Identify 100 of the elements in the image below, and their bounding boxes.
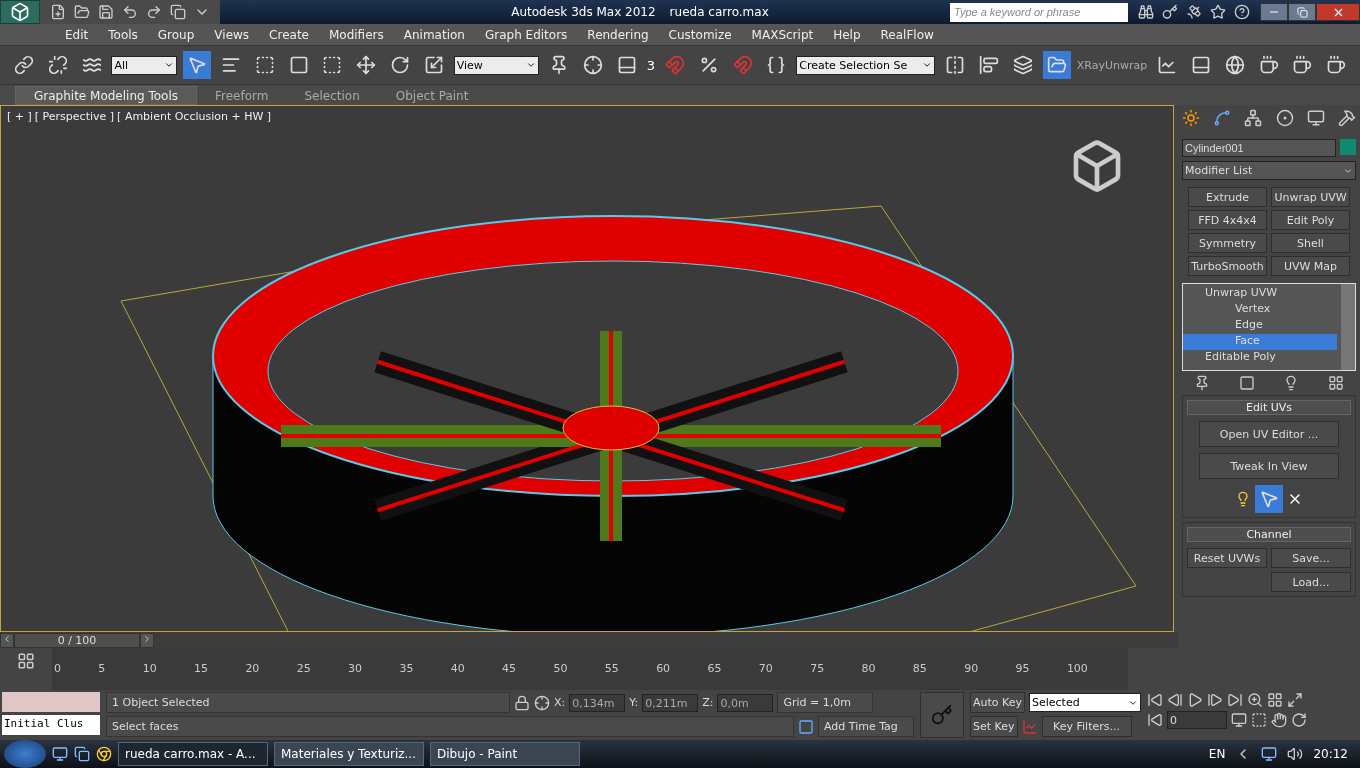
ribbon-tab[interactable]: Object Paint [377,86,487,105]
frame-number: 50 [553,662,568,676]
save-icon [98,4,114,20]
modifier-stack-item[interactable]: Vertex [1183,302,1337,318]
zoom-extents-icon [1287,692,1303,708]
current-frame-field[interactable]: 0 [1167,711,1227,729]
modifier-button[interactable]: Unwrap UVW [1271,187,1350,207]
help-icon [1234,4,1250,20]
modifier-button[interactable]: Edit Poly [1271,210,1350,230]
snap-toggle[interactable]: 3 [646,57,655,73]
binoculars-icon [1138,4,1154,20]
track-bar[interactable]: 0 5 10 15 20 25 30 35 40 45 50 55 60 65 70 75 80 85 90 95 100 [52,648,1128,690]
z-coordinate-field[interactable]: 0,0m [717,693,774,712]
frame-number: 100 [1066,662,1088,676]
menu-item[interactable]: Create [259,27,319,42]
chevron-left-icon[interactable] [2,634,12,644]
menu-item[interactable]: Animation [393,27,475,42]
menu-item[interactable]: Views [204,27,260,42]
frame-number: 20 [245,662,260,676]
tweak-icon[interactable] [1255,485,1283,513]
satellite-icon [1186,4,1202,20]
set-key-button[interactable]: Set Key [970,716,1018,737]
add-time-tag-button[interactable]: Add Time Tag [818,716,914,737]
restore-button[interactable] [1288,3,1316,21]
open-folder-icon [74,4,90,20]
menu-item[interactable]: Modifiers [318,27,394,42]
rollout-title[interactable]: Channel [1187,527,1351,542]
viewport-label[interactable]: [ + ] [7,110,32,123]
menu-item[interactable]: Tools [98,27,148,42]
channel-button[interactable]: Reset UVWs [1187,548,1267,568]
menu-item[interactable]: Customize [658,27,742,42]
lock-icon [514,694,530,711]
project-folder-icon [170,4,186,20]
previous-key-icon [1167,692,1183,708]
clock[interactable]: 20:12 [1313,747,1348,761]
scrollbar[interactable] [1341,284,1355,370]
next-frame-button[interactable] [140,632,154,648]
perspective-viewport[interactable]: [ + ] [ Perspective ] [ Ambient Occlusion + HW ] [0,105,1174,632]
menu-item[interactable]: RealFlow [870,27,944,42]
taskbar-button[interactable]: Materiales y Texturiz... [274,742,424,766]
named-set-field[interactable]: Initial Clus [2,715,100,735]
edit-uvs-button[interactable]: Tweak In View [1199,453,1339,479]
taskbar-button[interactable]: Dibujo - Paint [430,742,580,766]
select-object-icon[interactable] [183,51,211,79]
modifier-button[interactable]: FFD 4x4x4 [1188,210,1267,230]
taskbar-button[interactable]: rueda carro.max - A... [118,742,268,766]
time-slider-thumb[interactable]: 0 / 100 [14,632,140,648]
modifier-button[interactable]: Extrude [1188,187,1267,207]
channel-button[interactable]: Load... [1271,572,1351,592]
modifier-button[interactable]: TurboSmooth [1188,256,1267,276]
named-selection-dropdown[interactable]: Create Selection Se [796,55,936,75]
auto-key-button[interactable]: Auto Key [970,692,1025,713]
frame-number: 45 [502,662,517,676]
selection-filter-dropdown[interactable]: All [111,55,178,75]
edit-uvs-button[interactable]: Open UV Editor ... [1199,421,1339,447]
key-icon [1162,4,1178,20]
desktop-icon [52,746,68,762]
menu-item[interactable]: Group [147,27,205,42]
modifier-stack-item[interactable]: Unwrap UVW [1183,286,1337,302]
menu-item[interactable]: Help [823,27,871,42]
channel-button[interactable]: Save... [1271,548,1351,568]
chevron-right-icon[interactable] [142,634,152,644]
modifier-button[interactable]: UVW Map [1271,256,1350,276]
viewport-label[interactable]: [ Ambient Occlusion + HW ] [117,110,272,123]
language-indicator[interactable]: EN [1208,747,1226,761]
modifier-stack-item[interactable]: Editable Poly [1183,350,1337,366]
menu-item[interactable]: MAXScript [741,27,824,42]
rollout-title[interactable]: Edit UVs [1187,400,1351,415]
frame-number: 95 [1015,662,1030,676]
app-logo-icon[interactable] [0,0,40,24]
menu-item[interactable]: Edit [55,27,99,42]
x-coordinate-field[interactable]: 0,134m [569,693,626,712]
minimize-button[interactable] [1260,3,1288,21]
frame-number: 80 [861,662,876,676]
ribbon-tab[interactable]: Selection [286,86,378,105]
restore-icon[interactable] [1296,6,1308,18]
ribbon-tab[interactable]: Freeform [197,86,287,105]
object-color-swatch[interactable] [1340,139,1356,155]
viewport-label[interactable]: [ Perspective ] [34,110,115,123]
modifier-button[interactable]: Shell [1271,233,1350,253]
y-coordinate-field[interactable]: 0,211m [642,693,699,712]
menu-item[interactable]: Rendering [577,27,659,42]
xray-label[interactable]: XRayUnwrap [1076,58,1148,72]
modifier-button[interactable]: Symmetry [1188,233,1267,253]
frame-number: 30 [348,662,363,676]
modifier-list-dropdown[interactable]: Modifier List [1182,161,1356,180]
start-button[interactable] [4,740,46,768]
close-button[interactable] [1316,3,1360,21]
x-label: X: [554,696,566,709]
frame-number: 10 [142,662,157,676]
ribbon-tab[interactable]: Graphite Modeling Tools [15,86,197,105]
object-name-field[interactable]: Cylinder001 [1182,139,1336,157]
modifier-stack-item[interactable]: Edge [1183,318,1337,334]
previous-frame-button[interactable] [0,632,14,648]
search-field[interactable]: Type a keyword or phrase [950,2,1128,22]
reference-coordinate-dropdown[interactable]: View [453,55,540,75]
menu-item[interactable]: Graph Editors [474,27,578,42]
go-to-start-icon [1147,692,1163,708]
key-mode-dropdown[interactable]: Selected [1029,693,1141,712]
key-filters-button[interactable]: Key Filters... [1041,716,1132,737]
